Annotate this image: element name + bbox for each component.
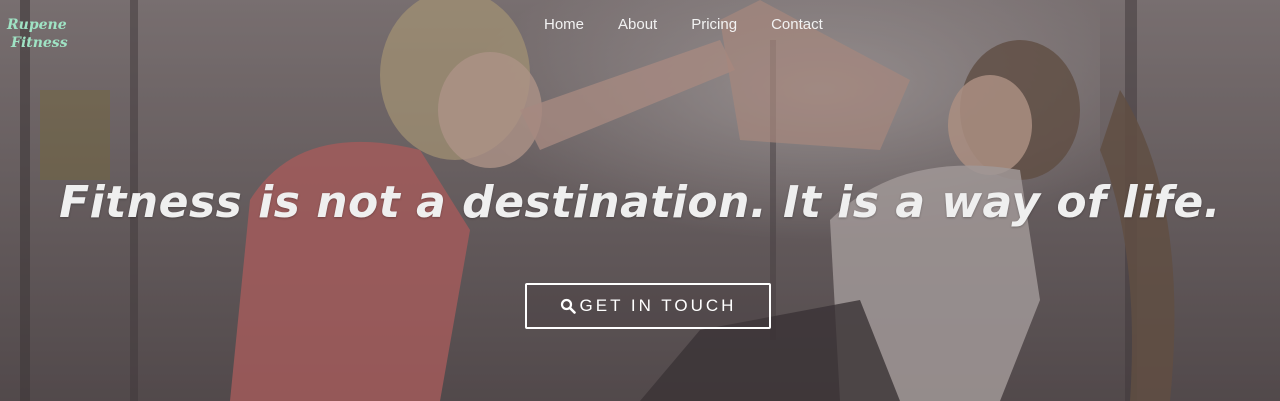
search-icon <box>560 298 576 314</box>
nav-item-home[interactable]: Home <box>527 15 601 35</box>
nav-item-about[interactable]: About <box>601 15 674 35</box>
brand-name-line1: Rupene <box>7 17 67 33</box>
brand-logo[interactable]: Rupene Fitness <box>7 16 68 52</box>
main-nav: Home About Pricing Contact <box>527 15 840 35</box>
nav-item-pricing[interactable]: Pricing <box>674 15 754 35</box>
get-in-touch-label: GET IN TOUCH <box>579 296 737 315</box>
hero-headline: Fitness is not a destination. It is a wa… <box>59 177 1221 229</box>
hero-section: Rupene Fitness Home About Pricing Contac… <box>0 0 1280 401</box>
brand-name-line2: Fitness <box>11 35 68 51</box>
get-in-touch-button[interactable]: GET IN TOUCH <box>525 283 771 329</box>
nav-item-contact[interactable]: Contact <box>754 15 840 35</box>
